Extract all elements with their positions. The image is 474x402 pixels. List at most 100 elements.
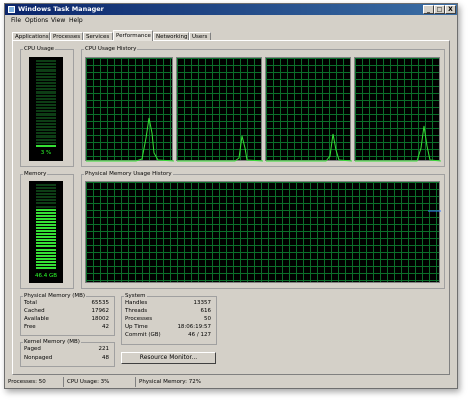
cpu-history-graph-1	[85, 57, 174, 162]
cpu-history-line-1	[86, 117, 174, 162]
cpu-meter-segment	[36, 135, 56, 138]
memory-label: Memory	[23, 171, 48, 177]
cpu-meter-segment	[36, 100, 56, 103]
cpu-meter-segment	[36, 122, 56, 125]
memory-meter-segment	[36, 190, 56, 193]
cpu-meter-segment	[36, 63, 56, 66]
kernel-memory-row-nonpaged: Nonpaged 48	[24, 355, 109, 361]
cpu-meter-segment	[36, 82, 56, 85]
close-button[interactable]: X	[445, 5, 456, 14]
cpu-meter-segment	[36, 113, 56, 116]
memory-meter-segment	[36, 187, 56, 190]
cpu-meter-segment	[36, 88, 56, 91]
cpu-usage-value: 3 %	[40, 150, 52, 156]
cpu-meter-segment	[36, 138, 56, 141]
kernel-memory-row-paged: Paged 221	[24, 346, 109, 352]
memory-meter-segment	[36, 260, 56, 263]
memory-meter-segment	[36, 239, 56, 242]
physical-memory-row-free: Free 42	[24, 324, 109, 330]
cpu-meter-segment	[36, 104, 56, 107]
cpu-meter-segment	[36, 132, 56, 135]
memory-meter-segment	[36, 227, 56, 230]
memory-meter-segment	[36, 266, 56, 269]
cpu-meter-segment	[36, 91, 56, 94]
memory-meter-segment	[36, 217, 56, 220]
memory-meter-segment	[36, 230, 56, 233]
memory-value: 46.4 GB	[34, 273, 58, 279]
cpu-meter-segment	[36, 72, 56, 75]
task-manager-app-icon	[8, 6, 15, 13]
system-row-threads: Threads 616	[125, 308, 211, 314]
memory-meter-segment	[36, 214, 56, 217]
cpu-meter-segment	[36, 66, 56, 69]
cpu-meter-segment	[36, 107, 56, 110]
cpu-meter-segment	[36, 94, 56, 97]
memory-meter-segment	[36, 251, 56, 254]
system-row-handles: Handles 13357	[125, 300, 211, 306]
memory-meter-segment	[36, 263, 56, 266]
system-row-commit: Commit (GB) 46 / 127	[125, 332, 211, 338]
memory-meter-segment	[36, 236, 56, 239]
tab-performance[interactable]: Performance	[113, 30, 153, 41]
cpu-meter-segment	[36, 69, 56, 72]
cpu-meter-segment	[36, 126, 56, 129]
resource-monitor-button[interactable]: Resource Monitor...	[121, 352, 216, 364]
menu-options[interactable]: Options	[25, 16, 48, 26]
cpu-history-line-2	[177, 135, 263, 162]
cpu-meter-segment	[36, 116, 56, 119]
memory-meter-segment	[36, 199, 56, 202]
cpu-history-graph-3	[265, 57, 352, 162]
cpu-meter-segment	[36, 75, 56, 78]
task-manager-window: Windows Task Manager _ □ X File Options …	[4, 3, 458, 389]
cpu-meter-segment	[36, 97, 56, 100]
cpu-usage-meter: 3 %	[29, 57, 63, 161]
cpu-meter-bars	[36, 60, 56, 148]
cpu-meter-segment	[36, 110, 56, 113]
status-physical-memory: Physical Memory: 72%	[135, 377, 259, 387]
performance-panel: CPU Usage 3 % CPU Usage History Memory 4…	[12, 40, 450, 375]
physical-memory-row-available: Available 18002	[24, 316, 109, 322]
maximize-button[interactable]: □	[434, 5, 445, 14]
memory-meter-segment	[36, 184, 56, 187]
kernel-memory-title: Kernel Memory (MB)	[23, 339, 81, 345]
system-title: System	[124, 293, 147, 299]
cpu-meter-segment	[36, 129, 56, 132]
cpu-meter-segment	[36, 144, 56, 147]
menu-file[interactable]: File	[11, 16, 21, 26]
memory-meter: 46.4 GB	[29, 181, 63, 283]
menu-help[interactable]: Help	[69, 16, 83, 26]
physical-memory-row-total: Total 65535	[24, 300, 109, 306]
cpu-meter-segment	[36, 85, 56, 88]
cpu-meter-segment	[36, 60, 56, 63]
cpu-meter-segment	[36, 119, 56, 122]
title-bar[interactable]: Windows Task Manager _ □ X	[5, 4, 457, 15]
memory-meter-segment	[36, 205, 56, 208]
physical-memory-title: Physical Memory (MB)	[23, 293, 87, 299]
memory-meter-segment	[36, 245, 56, 248]
menu-bar: File Options View Help	[5, 16, 457, 26]
cpu-history-label: CPU Usage History	[84, 46, 138, 52]
minimize-button[interactable]: _	[423, 5, 434, 14]
cpu-history-graph-4	[354, 57, 441, 162]
system-row-processes: Processes 50	[125, 316, 211, 322]
window-title: Windows Task Manager	[18, 5, 104, 13]
cpu-history-line-4	[355, 125, 441, 162]
memory-meter-bars	[36, 184, 56, 270]
status-processes: Processes: 50	[8, 379, 46, 385]
cpu-meter-segment	[36, 141, 56, 144]
memory-meter-segment	[36, 223, 56, 226]
menu-view[interactable]: View	[51, 16, 65, 26]
memory-meter-segment	[36, 202, 56, 205]
system-row-up-time: Up Time 18:06:19:57	[125, 324, 211, 330]
memory-meter-segment	[36, 257, 56, 260]
memory-meter-segment	[36, 208, 56, 211]
memory-meter-segment	[36, 254, 56, 257]
status-cpu-usage: CPU Usage: 3%	[63, 377, 135, 387]
memory-history-graph	[85, 181, 441, 283]
cpu-meter-segment	[36, 78, 56, 81]
memory-history-label: Physical Memory Usage History	[84, 171, 173, 177]
cpu-usage-label: CPU Usage	[23, 46, 56, 52]
memory-meter-segment	[36, 242, 56, 245]
memory-meter-segment	[36, 196, 56, 199]
memory-meter-segment	[36, 220, 56, 223]
